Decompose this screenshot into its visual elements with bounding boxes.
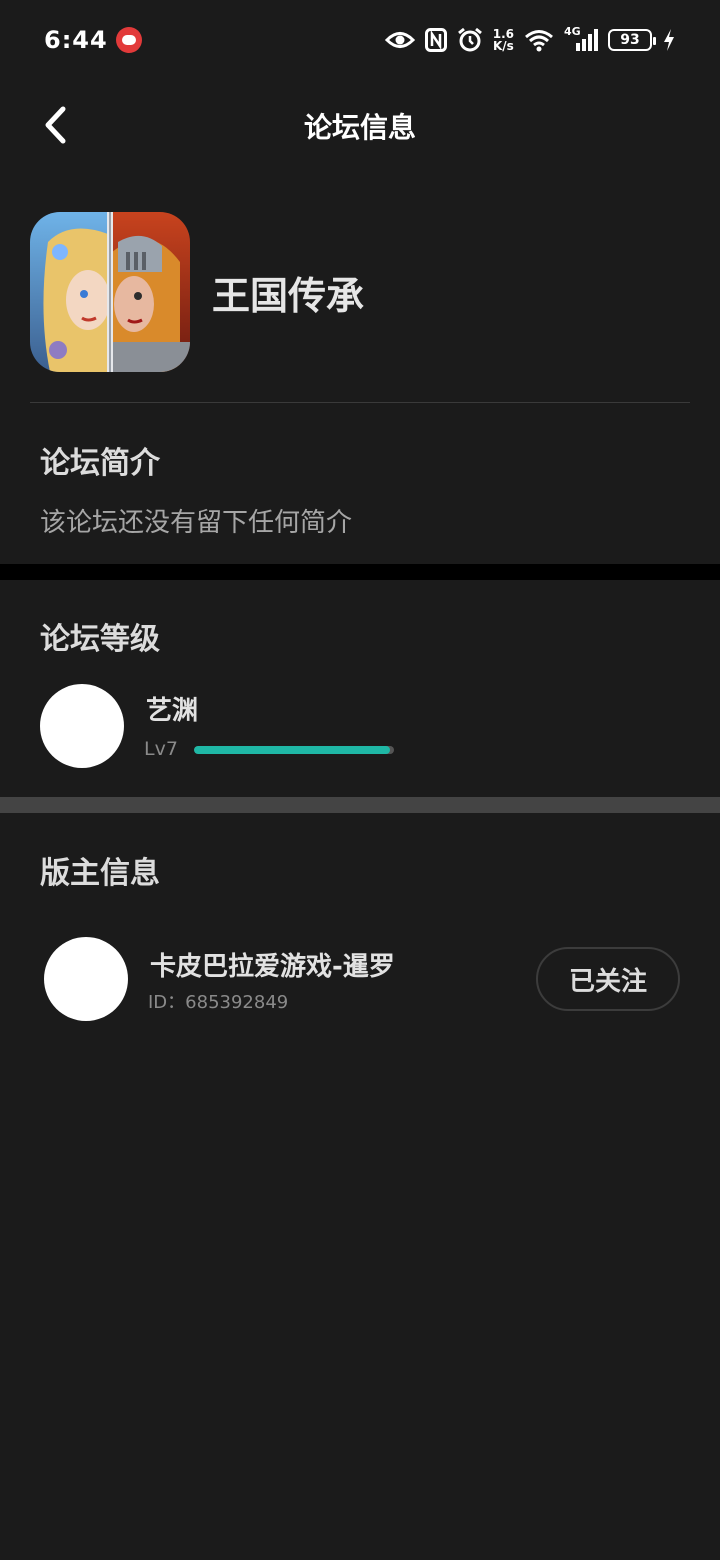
user-name: 艺渊 [146, 696, 199, 726]
game-artwork-icon [30, 212, 190, 372]
status-bar: 6:44 1.6 K/s 4G 93 [0, 0, 720, 80]
moderator-id: ID：685392849 [148, 992, 289, 1013]
cellular-signal: 4G [564, 25, 598, 53]
forum-name: 王国传承 [212, 273, 365, 318]
level-progress-fill [194, 746, 390, 754]
intro-text: 该论坛还没有留下任何简介 [40, 508, 353, 538]
page-title: 论坛信息 [303, 111, 416, 144]
section-separator [0, 797, 720, 813]
level-progress-bar [194, 746, 394, 754]
network-speed: 1.6 K/s [493, 28, 514, 52]
signal-bars-icon [576, 29, 598, 51]
app-notification-icon [115, 27, 142, 53]
divider [30, 402, 690, 403]
forum-card: 王国传承 [30, 212, 690, 372]
eye-icon [384, 32, 415, 48]
charging-bolt-icon [664, 29, 674, 51]
level-title: 论坛等级 [40, 622, 160, 657]
user-avatar[interactable] [40, 684, 124, 768]
moderator-name[interactable]: 卡皮巴拉爱游戏-暹罗 [150, 946, 395, 983]
status-time: 6:44 [44, 26, 108, 54]
status-left: 6:44 [44, 26, 142, 54]
section-separator [0, 564, 720, 580]
speed-unit: K/s [492, 39, 514, 53]
intro-title: 论坛简介 [40, 446, 160, 481]
alarm-icon [457, 27, 482, 52]
battery-indicator: 93 [608, 29, 656, 51]
wifi-icon [525, 30, 553, 52]
level-label: Lv7 [144, 738, 178, 760]
status-right: 1.6 K/s 4G 93 [384, 25, 676, 53]
nfc-icon [424, 28, 447, 52]
follow-button[interactable]: 已关注 [536, 947, 680, 1011]
forum-game-icon [30, 212, 190, 372]
moderator-title: 版主信息 [40, 856, 160, 891]
moderator-avatar[interactable] [44, 937, 128, 1021]
header: 论坛信息 [0, 80, 720, 170]
